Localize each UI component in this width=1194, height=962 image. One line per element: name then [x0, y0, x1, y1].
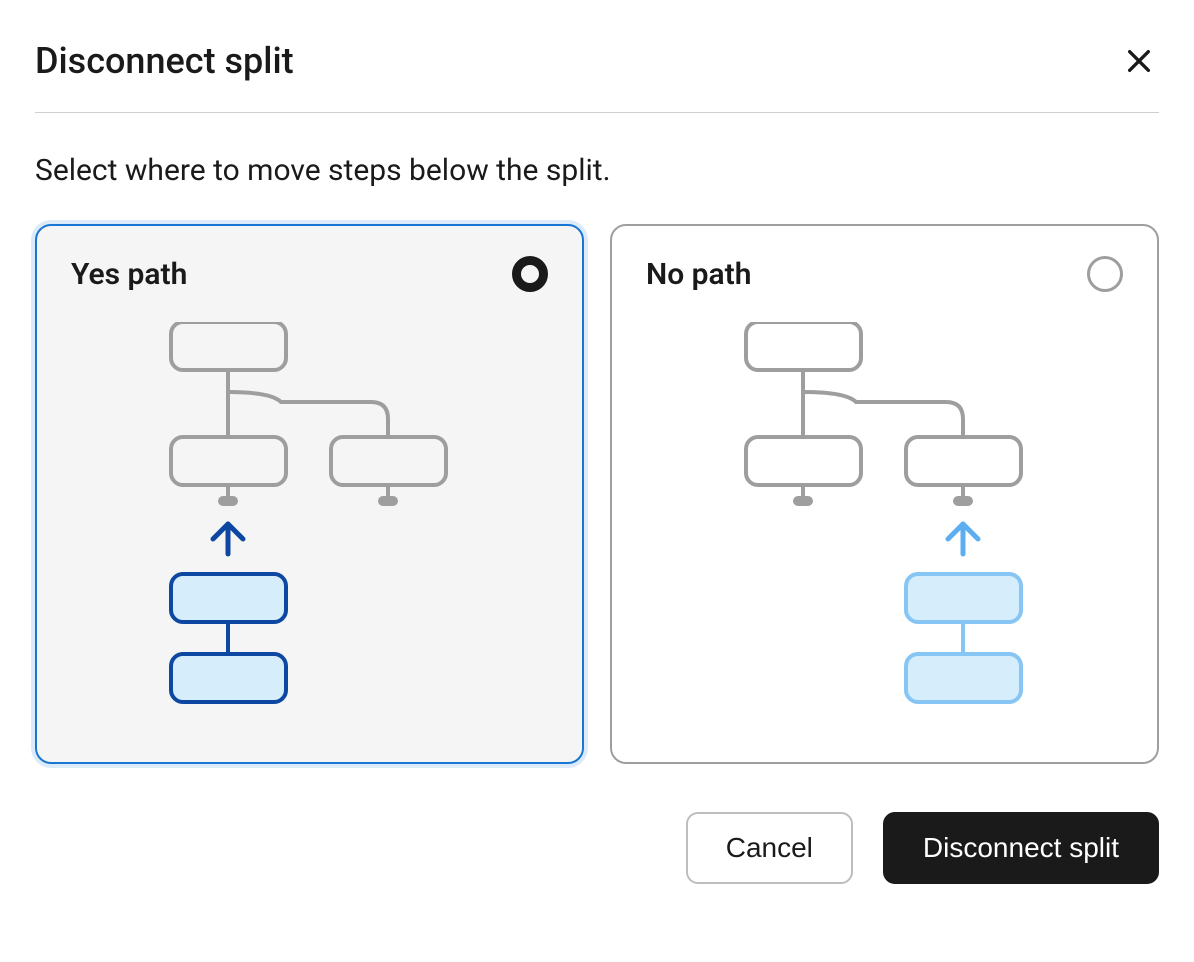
dialog-footer: Cancel Disconnect split: [35, 812, 1159, 884]
option-label-no: No path: [646, 257, 751, 292]
option-no-path[interactable]: No path: [610, 224, 1159, 764]
option-label-yes: Yes path: [71, 257, 187, 292]
radio-no-unchecked-icon: [1087, 256, 1123, 292]
diagram-yes: [71, 322, 548, 722]
radio-yes-checked-icon: [512, 256, 548, 292]
dialog-title: Disconnect split: [35, 40, 294, 82]
cancel-button[interactable]: Cancel: [686, 812, 853, 884]
dialog-header: Disconnect split: [35, 40, 1159, 113]
flow-diagram-no-icon: [706, 322, 1026, 722]
options-container: Yes path: [35, 224, 1159, 764]
option-yes-path[interactable]: Yes path: [35, 224, 584, 764]
diagram-no: [646, 322, 1123, 722]
option-header: No path: [646, 256, 1123, 292]
flow-diagram-yes-icon: [131, 322, 451, 722]
instruction-text: Select where to move steps below the spl…: [35, 153, 1159, 188]
option-header: Yes path: [71, 256, 548, 292]
close-button[interactable]: [1119, 41, 1159, 81]
confirm-button[interactable]: Disconnect split: [883, 812, 1159, 884]
close-icon: [1123, 45, 1155, 77]
